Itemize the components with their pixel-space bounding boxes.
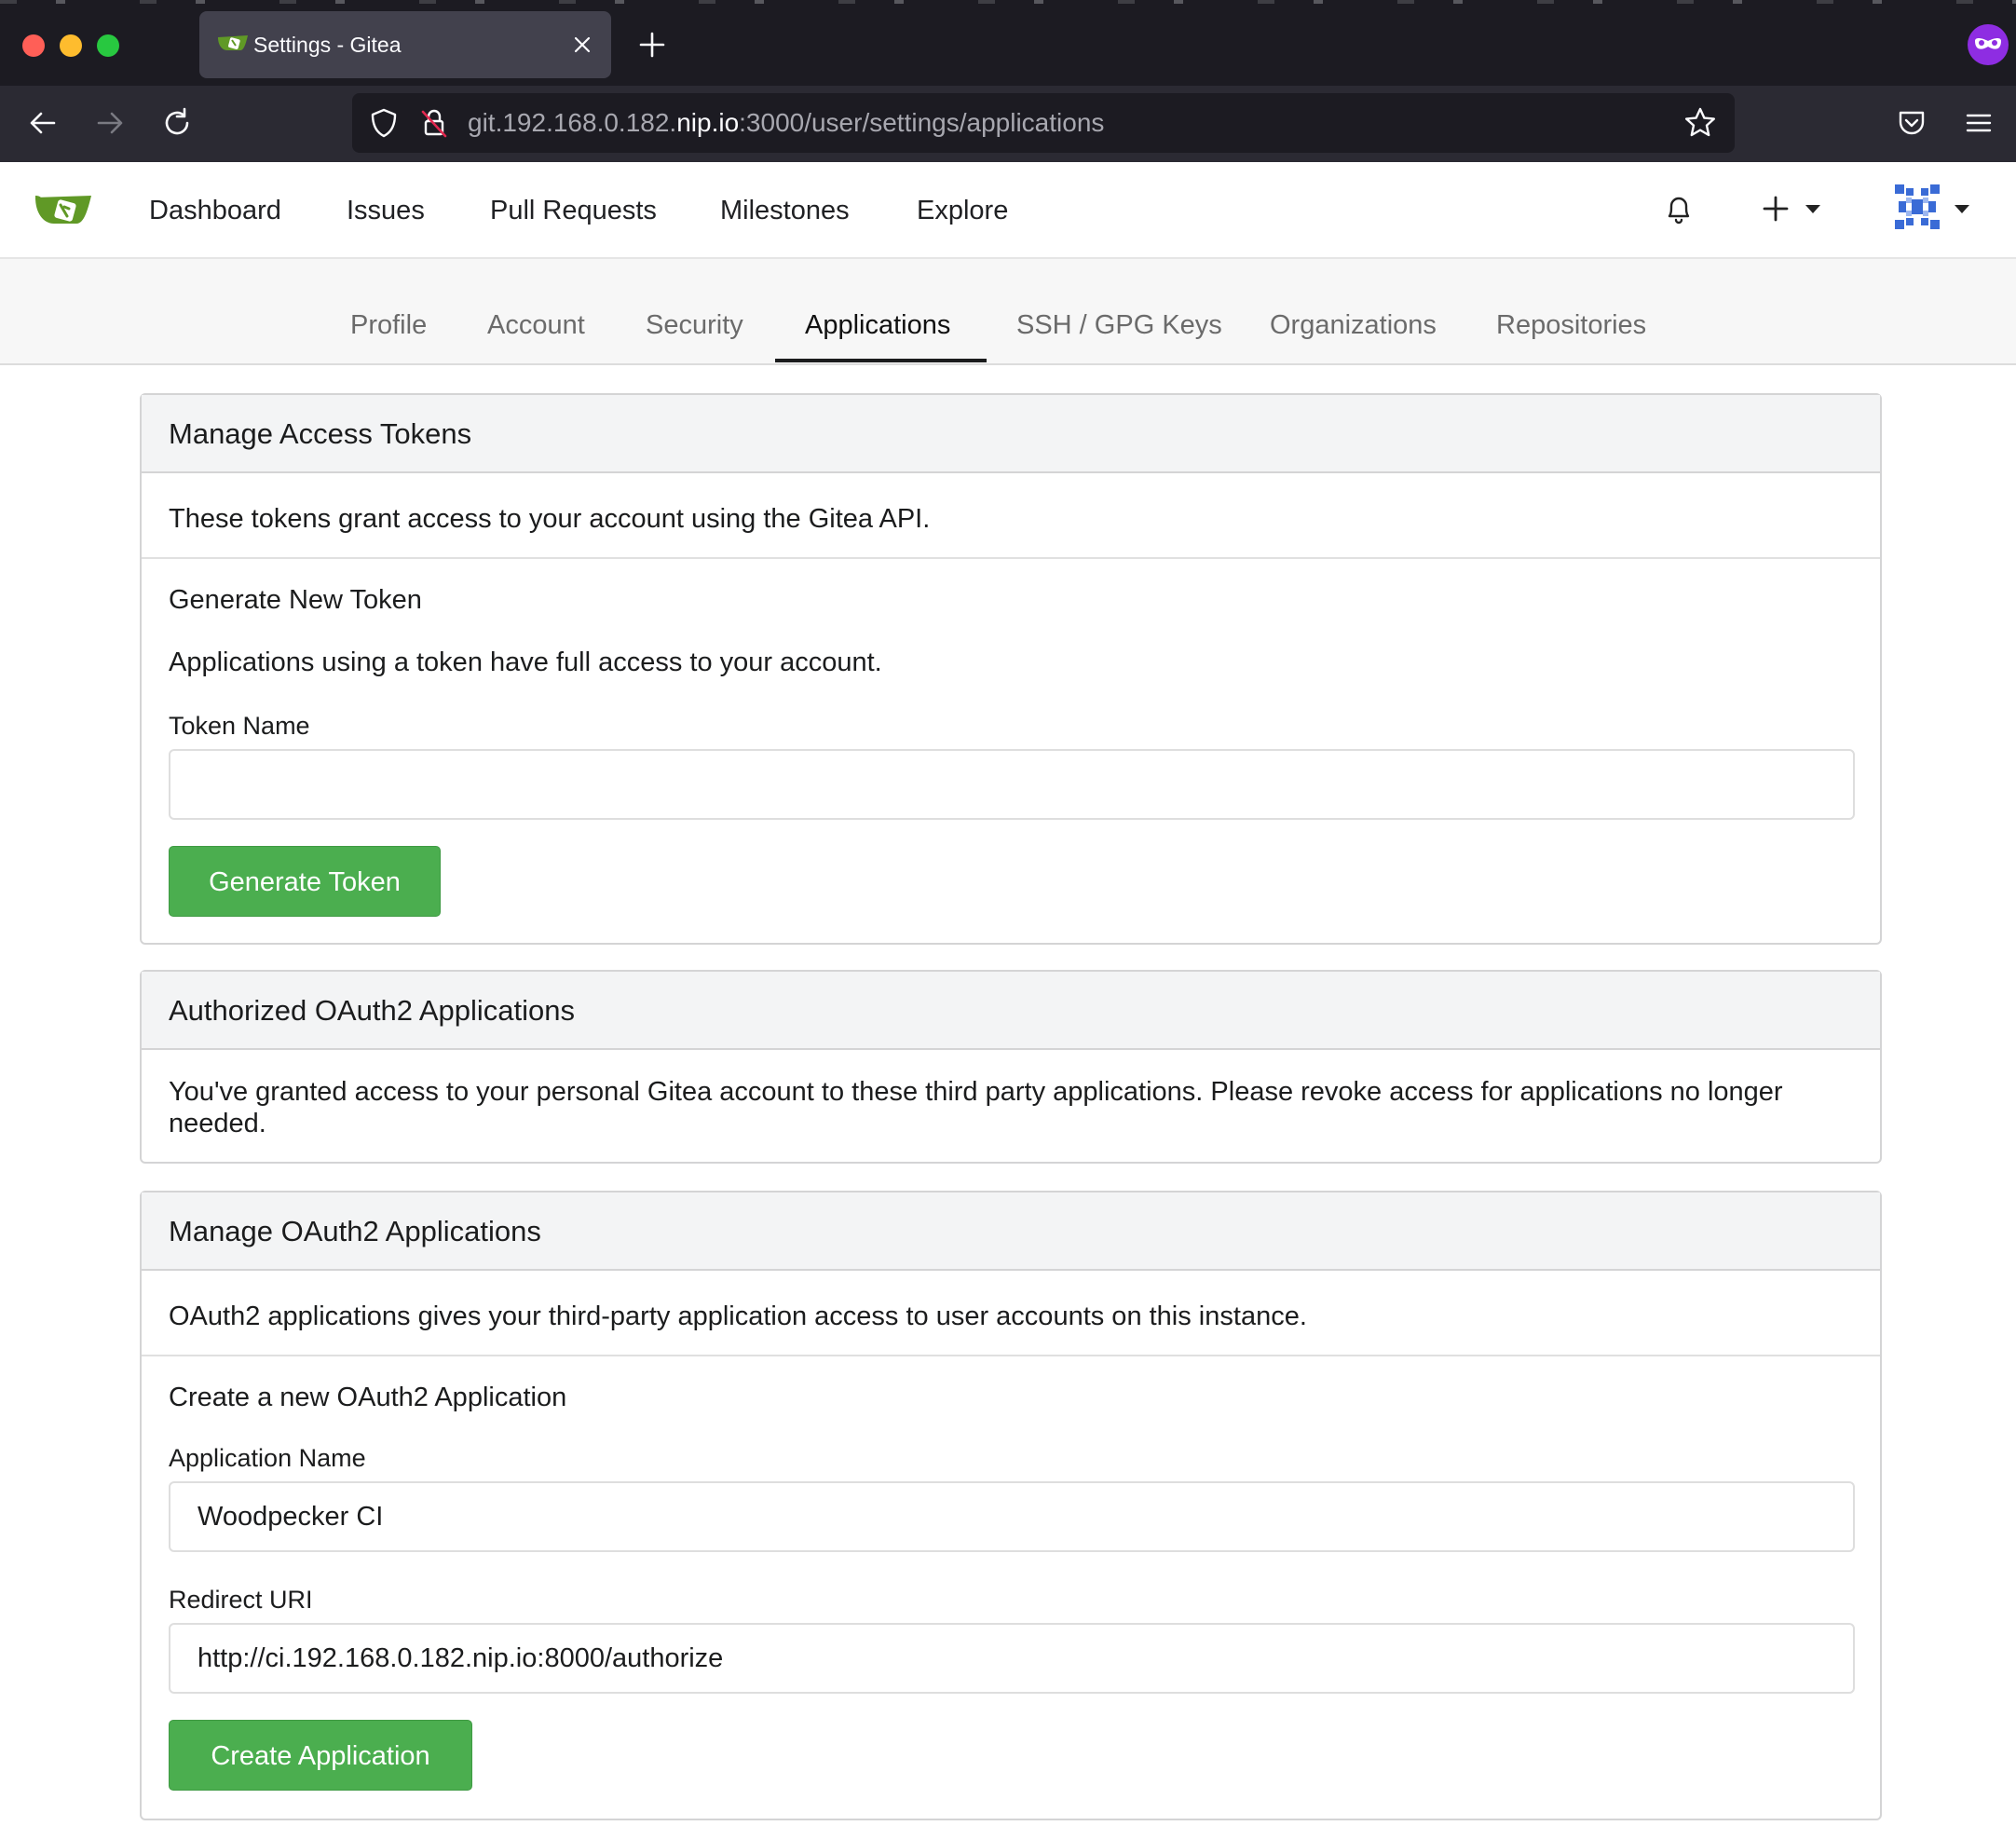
hamburger-menu-icon[interactable] — [1960, 104, 1997, 142]
url-text: git.192.168.0.182.nip.io:3000/user/setti… — [468, 93, 1104, 153]
browser-toolbar: git.192.168.0.182.nip.io:3000/user/setti… — [0, 86, 2016, 162]
redirect-uri-label: Redirect URI — [169, 1586, 313, 1614]
tab-profile[interactable]: Profile — [350, 259, 427, 365]
nav-milestones-link[interactable]: Milestones — [720, 162, 850, 259]
back-arrow-icon[interactable] — [24, 104, 61, 142]
nav-explore-link[interactable]: Explore — [917, 162, 1008, 259]
authorized-oauth2-description: You've granted access to your personal G… — [169, 1077, 1783, 1138]
private-browsing-mask-icon[interactable] — [1968, 24, 2009, 65]
bookmark-star-icon[interactable] — [1682, 105, 1718, 141]
settings-tab-menu: Profile Account Security Applications SS… — [0, 259, 2016, 365]
pocket-icon[interactable] — [1893, 104, 1930, 142]
section-divider — [142, 557, 1880, 559]
new-tab-icon[interactable] — [635, 28, 669, 61]
tracking-protection-shield-icon[interactable] — [367, 106, 401, 140]
manage-oauth2-description: OAuth2 applications gives your third-par… — [169, 1301, 1307, 1331]
redirect-uri-input[interactable] — [169, 1623, 1855, 1694]
generate-token-button[interactable]: Generate Token — [169, 846, 441, 917]
gitea-favicon-icon — [218, 35, 248, 50]
tab-ssh-gpg-keys[interactable]: SSH / GPG Keys — [1016, 259, 1222, 365]
browser-tab-active[interactable]: Settings - Gitea — [199, 11, 611, 78]
tab-repositories[interactable]: Repositories — [1496, 259, 1646, 365]
access-tokens-title: Manage Access Tokens — [142, 395, 1880, 473]
browser-tab-strip: Settings - Gitea — [0, 0, 2016, 86]
manage-oauth2-title: Manage OAuth2 Applications — [142, 1192, 1880, 1271]
url-host: nip.io — [676, 108, 740, 137]
browser-tab-title: Settings - Gitea — [253, 33, 402, 57]
url-prefix: git.192.168.0.182. — [468, 108, 677, 137]
gitea-top-navbar: Dashboard Issues Pull Requests Milestone… — [0, 162, 2016, 259]
tab-account[interactable]: Account — [487, 259, 585, 365]
token-name-input[interactable] — [169, 749, 1855, 820]
address-bar[interactable]: git.192.168.0.182.nip.io:3000/user/setti… — [352, 93, 1735, 153]
authorized-oauth2-title: Authorized OAuth2 Applications — [142, 972, 1880, 1050]
browser-chrome: Settings - Gitea git.192.168.0.182.nip.i… — [0, 0, 2016, 162]
application-name-input[interactable] — [169, 1481, 1855, 1552]
url-path: :3000/user/settings/applications — [739, 108, 1105, 137]
access-tokens-segment: Manage Access Tokens These tokens grant … — [140, 393, 1882, 945]
token-name-label: Token Name — [169, 712, 310, 740]
application-name-label: Application Name — [169, 1444, 366, 1472]
user-menu-caret-icon[interactable] — [1955, 205, 1969, 213]
authorized-oauth2-segment: Authorized OAuth2 Applications You've gr… — [140, 970, 1882, 1164]
insecure-lock-icon[interactable] — [417, 106, 451, 140]
gitea-logo-icon[interactable] — [34, 190, 93, 235]
access-tokens-description: These tokens grant access to your accoun… — [169, 504, 931, 534]
tab-organizations[interactable]: Organizations — [1270, 259, 1437, 365]
user-avatar[interactable] — [1893, 183, 1941, 231]
reload-icon[interactable] — [158, 104, 196, 142]
create-oauth2-heading: Create a new OAuth2 Application — [169, 1383, 567, 1412]
close-window-button[interactable] — [22, 34, 45, 57]
notifications-bell-icon[interactable] — [1660, 190, 1697, 227]
nav-issues-link[interactable]: Issues — [347, 162, 425, 259]
tab-security[interactable]: Security — [646, 259, 743, 365]
close-tab-icon[interactable] — [570, 33, 594, 57]
active-tab-underline — [775, 359, 987, 362]
tab-applications[interactable]: Applications — [805, 259, 950, 365]
create-new-plus-icon[interactable] — [1759, 192, 1792, 225]
forward-arrow-icon[interactable] — [91, 104, 129, 142]
create-application-button[interactable]: Create Application — [169, 1720, 472, 1791]
nav-pull-requests-link[interactable]: Pull Requests — [490, 162, 657, 259]
section-divider — [142, 1355, 1880, 1356]
zoom-window-button[interactable] — [97, 34, 119, 57]
generate-token-note: Applications using a token have full acc… — [169, 647, 882, 677]
manage-oauth2-segment: Manage OAuth2 Applications OAuth2 applic… — [140, 1191, 1882, 1820]
create-dropdown-caret-icon[interactable] — [1805, 205, 1820, 213]
nav-dashboard-link[interactable]: Dashboard — [149, 162, 281, 259]
generate-token-heading: Generate New Token — [169, 585, 422, 615]
minimize-window-button[interactable] — [60, 34, 82, 57]
